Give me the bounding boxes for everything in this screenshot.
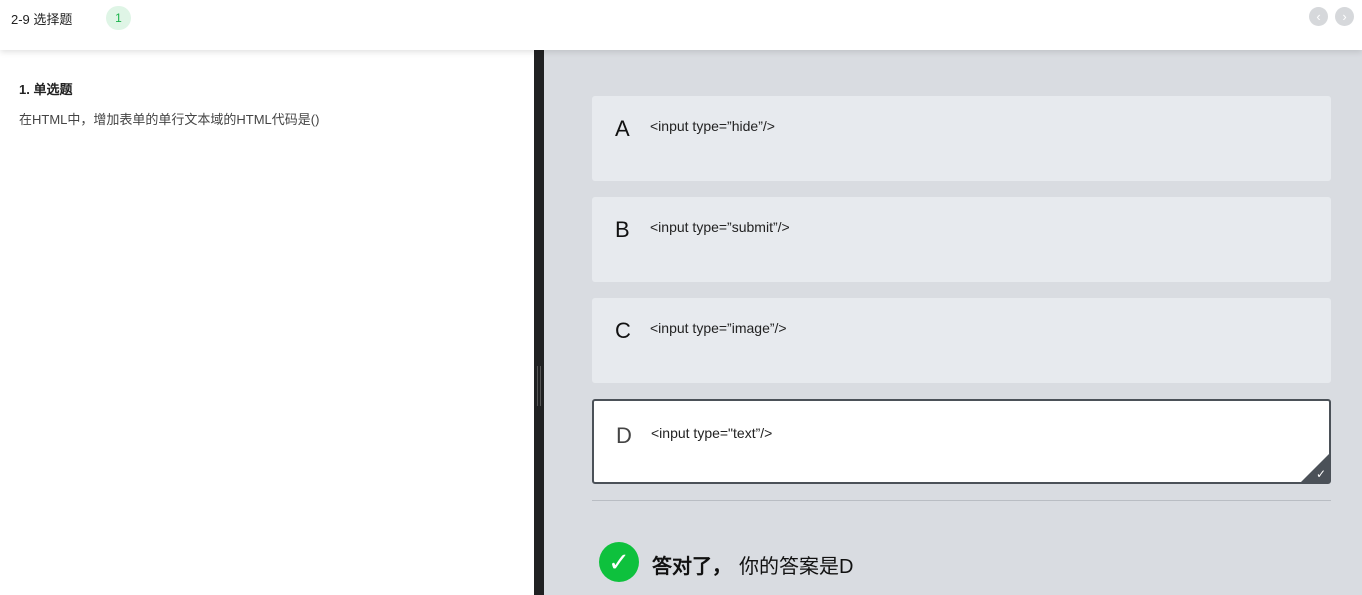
chevron-right-icon[interactable]: ›	[1335, 7, 1354, 26]
question-type-label: 1. 单选题	[19, 82, 73, 97]
option-letter: C	[615, 318, 631, 343]
option-d[interactable]: D <input type="text”/> ✓	[592, 399, 1331, 484]
pane-resizer[interactable]	[534, 50, 544, 595]
page-title: 2-9 选择题	[11, 12, 73, 27]
option-text: <input type=”hide”/>	[650, 118, 775, 134]
resize-grip-icon[interactable]	[537, 366, 541, 406]
question-count-badge: 1	[106, 6, 131, 30]
option-letter: B	[615, 217, 630, 242]
option-text: <input type=”image”/>	[650, 320, 787, 336]
answer-panel: A <input type=”hide”/> B <input type=”su…	[544, 50, 1362, 595]
option-letter: A	[615, 116, 630, 141]
your-answer-label: 你的答案是D	[739, 556, 854, 578]
question-text: 在HTML中，增加表单的单行文本域的HTML代码是()	[19, 112, 320, 127]
chevron-left-icon[interactable]: ‹	[1309, 7, 1328, 26]
option-text: <input type="text”/>	[651, 425, 773, 441]
option-b[interactable]: B <input type=”submit”/>	[592, 197, 1331, 282]
checkmark-icon: ✓	[1315, 467, 1326, 481]
divider-line	[592, 500, 1331, 501]
option-a[interactable]: A <input type=”hide”/>	[592, 96, 1331, 181]
question-panel: 1. 单选题 在HTML中，增加表单的单行文本域的HTML代码是()	[0, 50, 534, 595]
correct-label: 答对了，	[652, 556, 732, 578]
option-c[interactable]: C <input type=”image”/>	[592, 298, 1331, 383]
option-text: <input type=”submit”/>	[650, 219, 790, 235]
check-circle-icon: ✓	[599, 542, 639, 582]
option-letter: D	[616, 423, 632, 448]
top-bar: 2-9 选择题 1 ‹ ›	[0, 0, 1362, 50]
